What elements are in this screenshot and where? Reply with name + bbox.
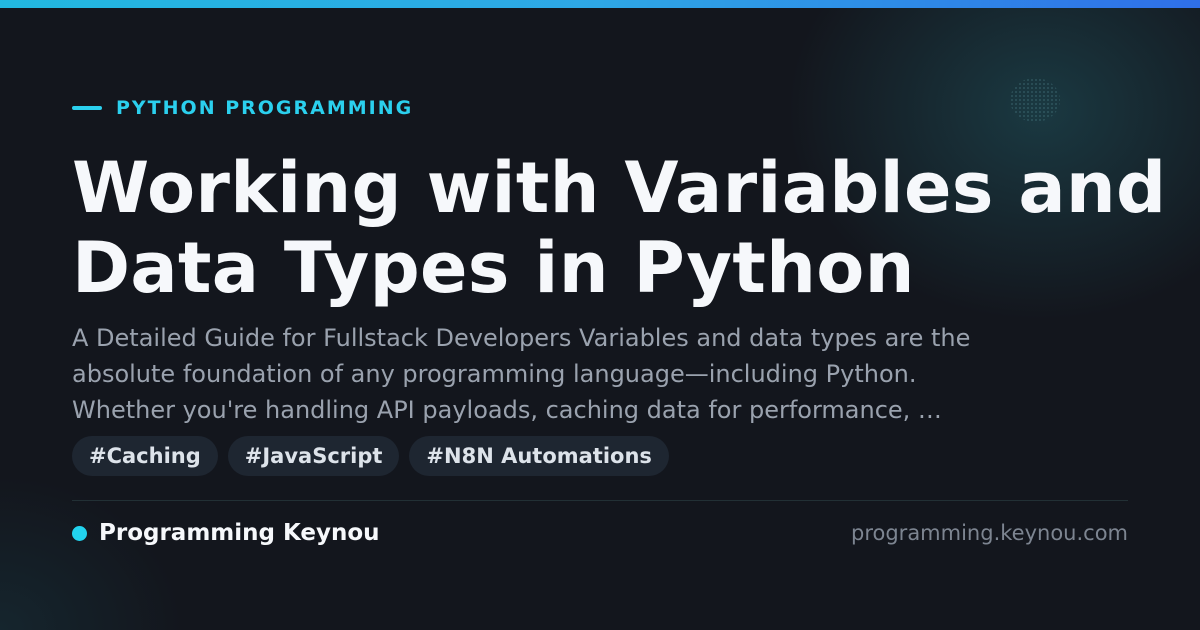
title-line: Working with Variables and [72,147,1167,229]
article-description: A Detailed Guide for Fullstack Developer… [72,320,1152,428]
brand: Programming Keynou [72,518,380,548]
description-line: A Detailed Guide for Fullstack Developer… [72,324,971,352]
brand-dot-icon [72,525,87,541]
brand-name: Programming Keynou [99,520,380,546]
footer-divider [72,500,1128,501]
dash-icon [72,106,102,110]
title-line: Data Types in Python [72,227,915,309]
category-text: PYTHON PROGRAMMING [116,97,414,119]
tag-n8n-automations[interactable]: #N8N Automations [409,436,669,476]
tag-caching[interactable]: #Caching [72,436,218,476]
tag-javascript[interactable]: #JavaScript [227,436,400,476]
accent-bar [0,0,1200,8]
description-line: absolute foundation of any programming l… [72,360,917,388]
social-card: PYTHON PROGRAMMING Working with Variable… [0,0,1200,630]
category-label: PYTHON PROGRAMMING [72,96,413,120]
dot-pattern-decoration [1010,78,1060,122]
tag-list: #Caching #JavaScript #N8N Automations [72,436,679,476]
site-url: programming.keynou.com [851,521,1128,545]
article-title: Working with Variables and Data Types in… [72,147,1167,309]
description-line: Whether you're handling API payloads, ca… [72,396,942,424]
